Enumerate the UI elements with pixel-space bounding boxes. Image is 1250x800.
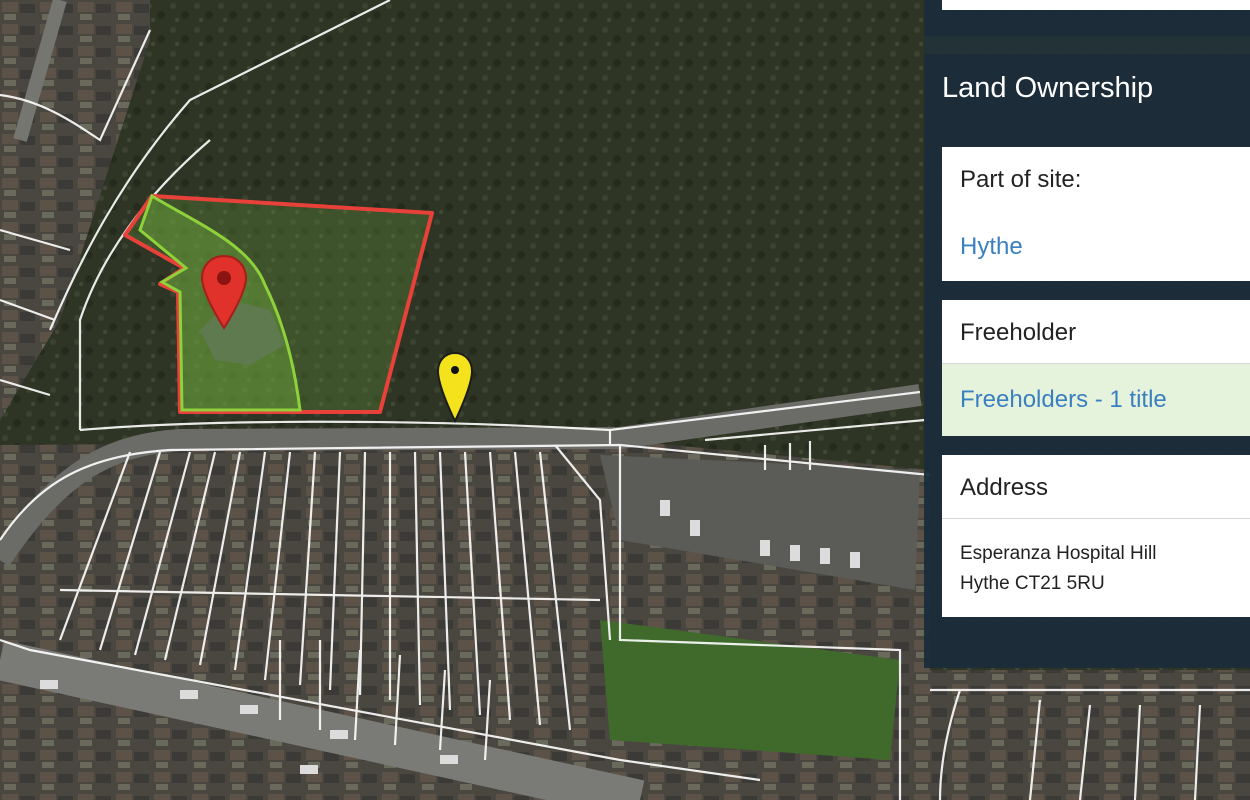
map-pin-icon (200, 254, 248, 330)
panel-title: Land Ownership (942, 72, 1154, 104)
address-divider (942, 518, 1250, 519)
freeholders-link[interactable]: Freeholders - 1 title (942, 386, 1167, 414)
part-of-site-card: Part of site: Hythe (942, 147, 1250, 281)
selected-location-marker[interactable] (200, 254, 248, 330)
nearby-location-marker[interactable] (436, 351, 474, 424)
panel-separator (924, 36, 1250, 54)
freeholder-label: Freeholder (960, 319, 1077, 346)
map-pin-icon (436, 351, 474, 424)
address-line-2: Hythe CT21 5RU (960, 573, 1105, 594)
freeholder-link-row[interactable]: Freeholders - 1 title (942, 363, 1250, 436)
freeholder-card: Freeholder Freeholders - 1 title (942, 300, 1250, 436)
land-ownership-panel: Land Ownership Part of site: Hythe Freeh… (924, 0, 1250, 668)
previous-card-edge (942, 0, 1250, 10)
address-card: Address Esperanza Hospital Hill Hythe CT… (942, 455, 1250, 617)
part-of-site-link[interactable]: Hythe (942, 233, 1023, 261)
part-of-site-label: Part of site: (960, 166, 1082, 193)
address-line-1: Esperanza Hospital Hill (960, 543, 1157, 564)
address-label: Address (960, 474, 1049, 501)
